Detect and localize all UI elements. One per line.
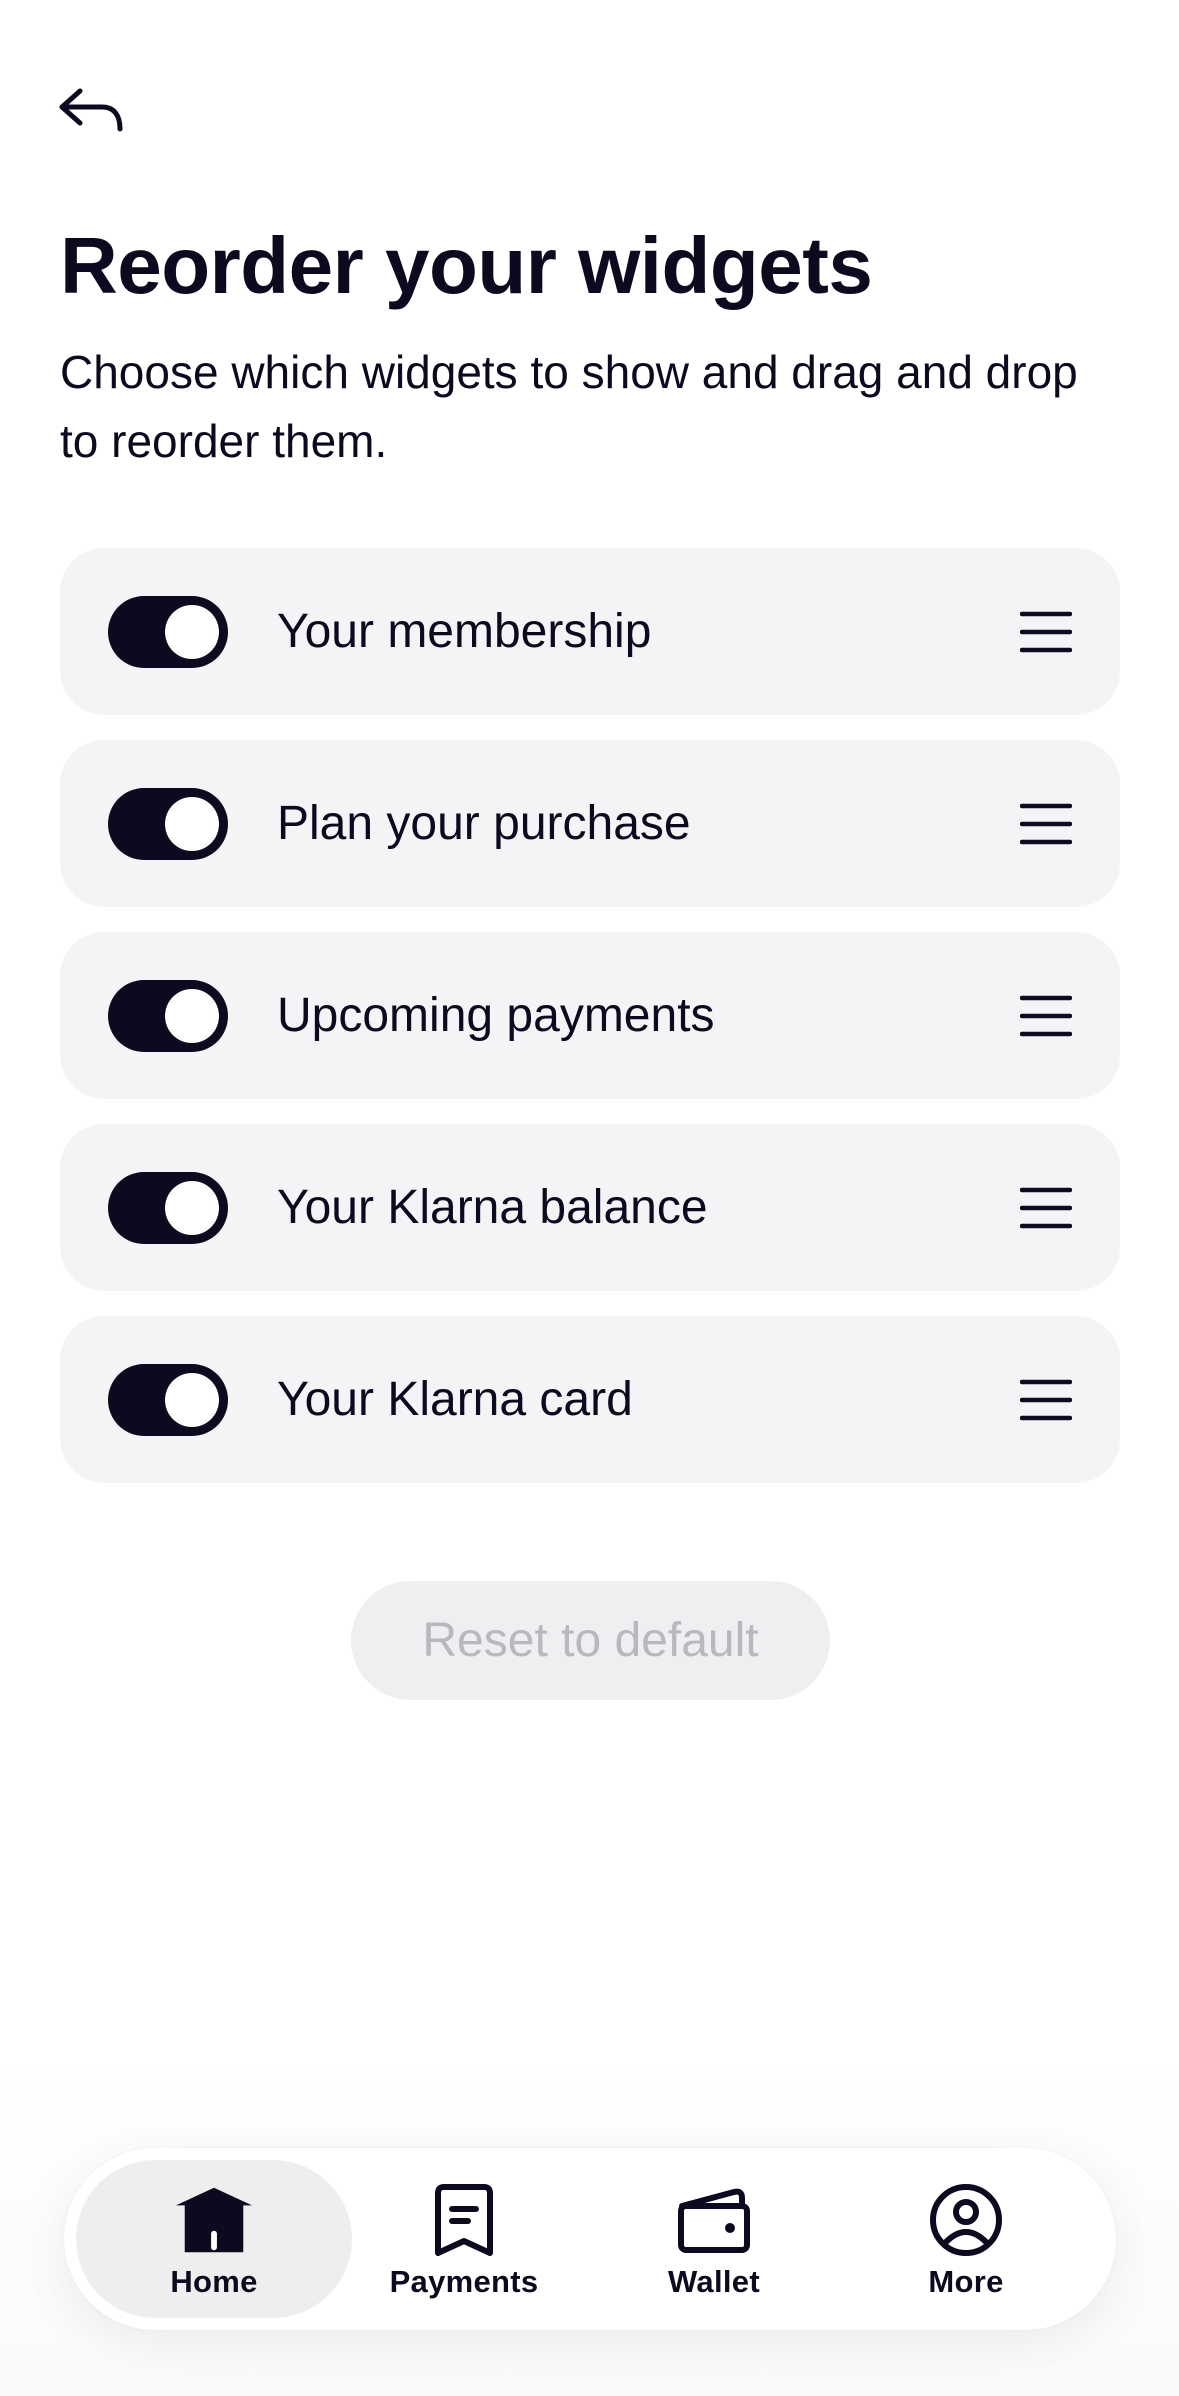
widget-toggle[interactable] bbox=[108, 1172, 228, 1244]
nav-label: Home bbox=[170, 2264, 258, 2299]
nav-more[interactable]: More bbox=[828, 2160, 1104, 2318]
widget-label: Your membership bbox=[277, 605, 652, 658]
widget-row-membership[interactable]: Your membership bbox=[60, 548, 1120, 715]
nav-label: More bbox=[928, 2264, 1004, 2299]
toggle-knob bbox=[165, 797, 219, 851]
widget-label: Plan your purchase bbox=[277, 797, 691, 850]
toggle-knob bbox=[165, 1181, 219, 1235]
widget-row-plan-purchase[interactable]: Plan your purchase bbox=[60, 740, 1120, 907]
widget-label: Upcoming payments bbox=[277, 989, 715, 1042]
widget-row-klarna-balance[interactable]: Your Klarna balance bbox=[60, 1124, 1120, 1291]
drag-handle-icon[interactable] bbox=[1020, 606, 1072, 658]
toggle-knob bbox=[165, 605, 219, 659]
drag-handle-icon[interactable] bbox=[1020, 798, 1072, 850]
wallet-icon bbox=[674, 2182, 754, 2258]
widget-row-klarna-card[interactable]: Your Klarna card bbox=[60, 1316, 1120, 1483]
bottom-nav: Home Payments Wallet More bbox=[64, 2148, 1116, 2330]
widget-toggle[interactable] bbox=[108, 980, 228, 1052]
home-icon bbox=[174, 2182, 254, 2258]
nav-label: Payments bbox=[389, 2264, 539, 2299]
drag-handle-icon[interactable] bbox=[1020, 1374, 1072, 1426]
page-title: Reorder your widgets bbox=[60, 221, 873, 310]
widget-row-upcoming-payments[interactable]: Upcoming payments bbox=[60, 932, 1120, 1099]
widget-label: Your Klarna balance bbox=[277, 1181, 708, 1234]
toggle-knob bbox=[165, 989, 219, 1043]
toggle-knob bbox=[165, 1373, 219, 1427]
back-button[interactable] bbox=[56, 78, 136, 142]
back-arrow-icon bbox=[59, 88, 123, 132]
drag-handle-icon[interactable] bbox=[1020, 1182, 1072, 1234]
widget-toggle[interactable] bbox=[108, 596, 228, 668]
nav-wallet[interactable]: Wallet bbox=[576, 2160, 852, 2318]
nav-payments[interactable]: Payments bbox=[326, 2160, 602, 2318]
widget-list: Your membership Plan your purchase Upcom… bbox=[60, 548, 1120, 1508]
user-circle-icon bbox=[926, 2182, 1006, 2258]
widget-label: Your Klarna card bbox=[277, 1373, 633, 1426]
drag-handle-icon[interactable] bbox=[1020, 990, 1072, 1042]
receipt-icon bbox=[424, 2182, 504, 2258]
page-subtitle: Choose which widgets to show and drag an… bbox=[60, 346, 1078, 467]
nav-label: Wallet bbox=[668, 2264, 760, 2299]
nav-home[interactable]: Home bbox=[76, 2160, 352, 2318]
reset-to-default-button[interactable]: Reset to default bbox=[351, 1581, 830, 1700]
widget-toggle[interactable] bbox=[108, 788, 228, 860]
widget-toggle[interactable] bbox=[108, 1364, 228, 1436]
